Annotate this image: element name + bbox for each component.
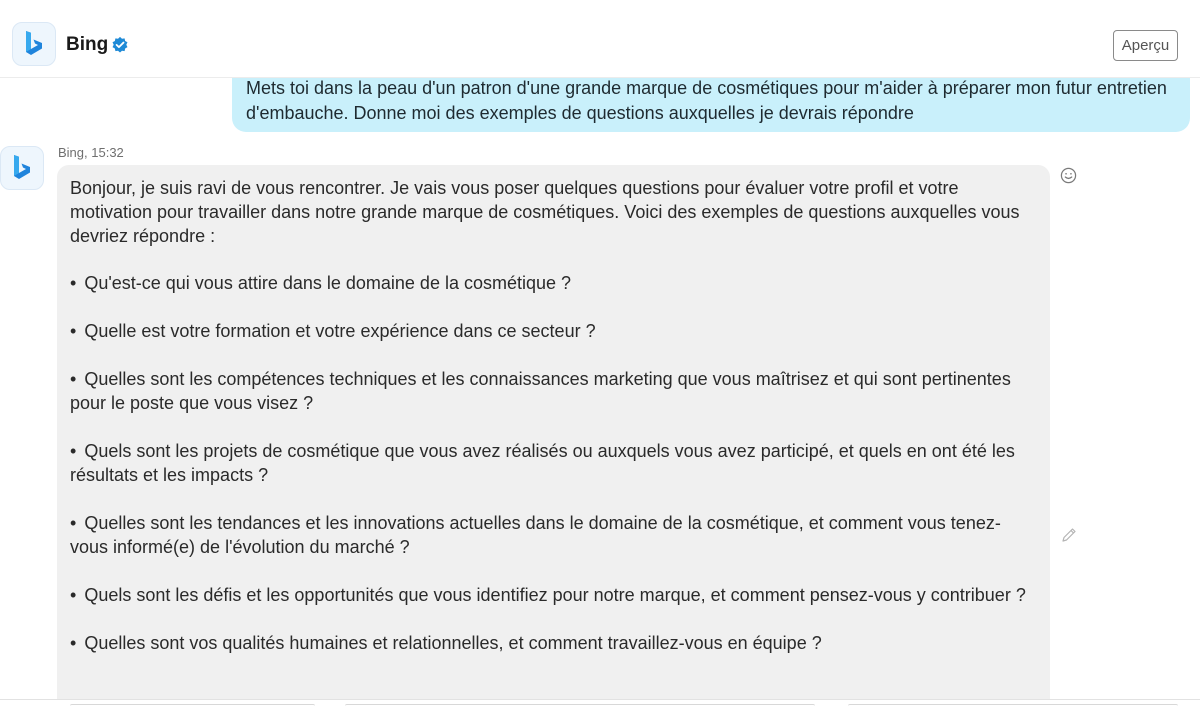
question-text: Quels sont les défis et les opportunités…	[84, 585, 1026, 605]
question-text: Quelles sont les compétences techniques …	[70, 369, 1011, 413]
question-item: • Quels sont les projets de cosmétique qu…	[70, 439, 1037, 487]
question-item: • Quelles sont les compétences techniques…	[70, 367, 1037, 415]
bullet: •	[70, 513, 77, 533]
apercu-button[interactable]: Aperçu	[1113, 30, 1178, 61]
question-text: Quelles sont les tendances et les innova…	[70, 513, 1001, 557]
question-item: • Qu'est-ce qui vous attire dans le domai…	[70, 271, 1037, 295]
bot-message-bubble: Bonjour, je suis ravi de vous rencontrer…	[57, 165, 1050, 707]
bing-logo-icon	[0, 146, 44, 190]
user-message-text: Mets toi dans la peau d'un patron d'une …	[246, 78, 1167, 123]
verified-badge-icon	[112, 36, 128, 53]
chat-title: Bing	[66, 34, 109, 55]
bing-logo-icon	[12, 22, 56, 66]
bullet: •	[70, 633, 77, 653]
bot-intro-text: Bonjour, je suis ravi de vous rencontrer…	[70, 178, 1020, 246]
bullet: •	[70, 273, 77, 293]
question-item: • Quelles sont les tendances et les innov…	[70, 511, 1037, 559]
pencil-icon[interactable]	[1060, 526, 1078, 544]
bullet: •	[70, 441, 77, 461]
bullet: •	[70, 585, 77, 605]
question-text: Quelle est votre formation et votre expé…	[84, 321, 596, 341]
bot-message-meta: Bing, 15:32	[58, 145, 124, 160]
question-item: • Quelles sont vos qualités humaines et r…	[70, 631, 1037, 655]
question-text: Qu'est-ce qui vous attire dans le domain…	[84, 273, 572, 293]
chat-header: Bing Aperçu	[0, 0, 1200, 78]
bullet: •	[70, 369, 77, 389]
question-text: Quelles sont vos qualités humaines et re…	[84, 633, 822, 653]
question-item: • Quels sont les défis et les opportunité…	[70, 583, 1037, 607]
question-text: Quels sont les projets de cosmétique que…	[70, 441, 1015, 485]
question-item: • Quelle est votre formation et votre exp…	[70, 319, 1037, 343]
smile-icon[interactable]	[1060, 167, 1077, 184]
bullet: •	[70, 321, 77, 341]
